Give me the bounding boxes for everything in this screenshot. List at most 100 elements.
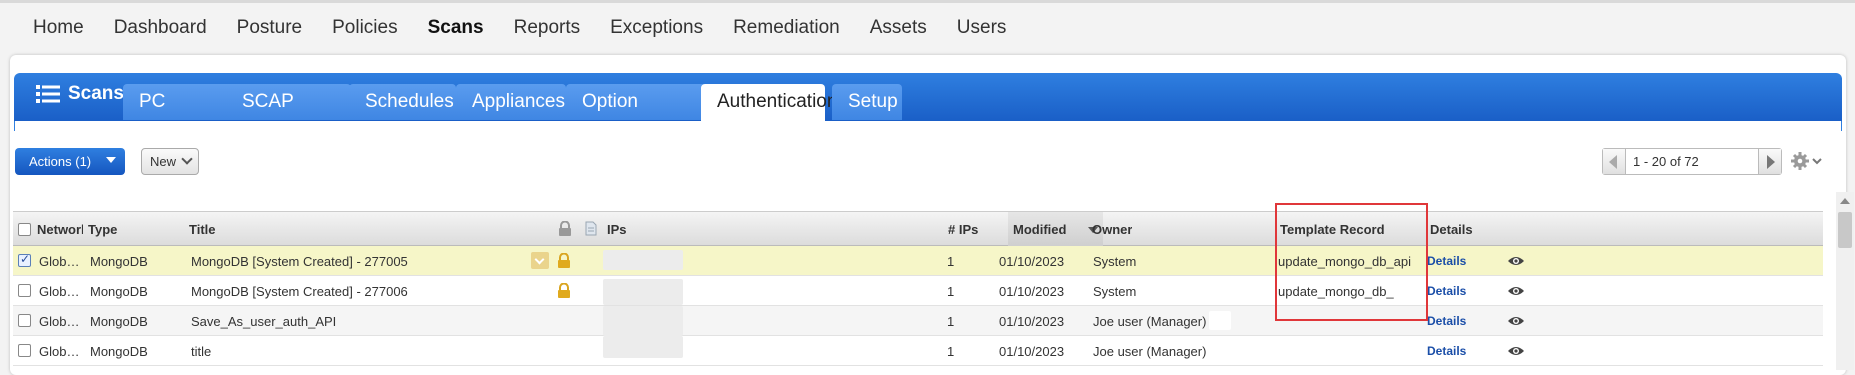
eye-icon[interactable] bbox=[1507, 315, 1525, 327]
owner-cell: Joe user (Manager) bbox=[1093, 314, 1207, 329]
table-row[interactable]: Glob… MongoDB MongoDB [System Created] -… bbox=[13, 246, 1823, 276]
row-checkbox[interactable] bbox=[18, 252, 31, 267]
nav-remediation[interactable]: Remediation bbox=[733, 17, 840, 39]
module-brand: Scans bbox=[36, 83, 124, 105]
eye-icon[interactable] bbox=[1507, 255, 1525, 267]
row-checkbox[interactable] bbox=[18, 284, 31, 297]
arrow-left-icon bbox=[1609, 155, 1617, 169]
network-cell: Glob… bbox=[39, 254, 80, 269]
vertical-scrollbar[interactable] bbox=[1836, 192, 1854, 370]
prev-page-button[interactable] bbox=[1603, 149, 1626, 174]
redacted-ips bbox=[603, 279, 683, 305]
col-details[interactable]: Details bbox=[1430, 222, 1473, 237]
scans-panel: Scans PC Scans SCAP Scans Schedules Appl… bbox=[10, 55, 1846, 375]
nav-home[interactable]: Home bbox=[33, 17, 84, 39]
row-menu-chevron-icon[interactable] bbox=[531, 252, 549, 269]
row-checkbox[interactable] bbox=[18, 314, 31, 327]
eye-icon[interactable] bbox=[1507, 285, 1525, 297]
top-nav: Home Dashboard Posture Policies Scans Re… bbox=[0, 8, 1036, 48]
details-link[interactable]: Details bbox=[1427, 254, 1466, 268]
col-type[interactable]: Type bbox=[88, 222, 117, 237]
table-row[interactable]: Glob… MongoDB title 1 01/10/2023 Joe use… bbox=[13, 336, 1823, 366]
row-checkbox[interactable] bbox=[18, 344, 31, 357]
tab-setup[interactable]: Setup bbox=[832, 84, 902, 120]
next-page-button[interactable] bbox=[1758, 149, 1781, 174]
pager-text: 1 - 20 of 72 bbox=[1633, 154, 1699, 169]
new-label: New bbox=[150, 154, 177, 169]
select-all-checkbox[interactable] bbox=[18, 223, 31, 236]
title-cell[interactable]: MongoDB [System Created] - 277005 bbox=[191, 254, 408, 269]
title-cell[interactable]: title bbox=[191, 344, 211, 359]
tab-scap-scans[interactable]: SCAP Scans bbox=[226, 84, 351, 148]
list-icon bbox=[36, 85, 60, 103]
chevron-down-icon bbox=[106, 157, 116, 163]
modified-cell: 01/10/2023 bbox=[999, 314, 1065, 329]
details-link[interactable]: Details bbox=[1427, 314, 1466, 328]
type-cell: MongoDB bbox=[90, 314, 148, 329]
nav-posture[interactable]: Posture bbox=[237, 17, 302, 39]
details-link[interactable]: Details bbox=[1427, 344, 1466, 358]
network-cell: Glob… bbox=[39, 344, 80, 359]
top-border bbox=[0, 0, 1855, 3]
lock-column-icon bbox=[559, 221, 571, 236]
gear-icon bbox=[1791, 152, 1822, 170]
nav-users[interactable]: Users bbox=[957, 17, 1007, 39]
col-ips[interactable]: IPs bbox=[607, 222, 627, 237]
lock-icon bbox=[558, 253, 570, 268]
col-title[interactable]: Title bbox=[189, 222, 216, 237]
details-link[interactable]: Details bbox=[1427, 284, 1466, 298]
modified-cell: 01/10/2023 bbox=[999, 344, 1065, 359]
lock-icon bbox=[558, 283, 570, 298]
num-ips-cell: 1 bbox=[947, 344, 955, 359]
tab-authentication[interactable]: Authentication bbox=[701, 84, 837, 122]
modified-cell: 01/10/2023 bbox=[999, 284, 1065, 299]
owner-cell: Joe user (Manager) bbox=[1093, 344, 1207, 359]
nav-assets[interactable]: Assets bbox=[870, 17, 927, 39]
tab-option-profiles[interactable]: Option Profiles bbox=[566, 84, 706, 148]
col-owner[interactable]: Owner bbox=[1092, 222, 1132, 237]
network-cell: Glob… bbox=[39, 314, 80, 329]
network-cell: Glob… bbox=[39, 284, 80, 299]
module-title: Scans bbox=[68, 83, 124, 104]
document-column-icon bbox=[585, 221, 597, 236]
chevron-down-icon bbox=[181, 153, 193, 165]
module-header: Scans PC Scans SCAP Scans Schedules Appl… bbox=[14, 73, 1842, 148]
eye-icon[interactable] bbox=[1507, 345, 1525, 357]
nav-dashboard[interactable]: Dashboard bbox=[114, 17, 207, 39]
nav-scans[interactable]: Scans bbox=[428, 17, 484, 39]
num-ips-cell: 1 bbox=[947, 284, 955, 299]
nav-policies[interactable]: Policies bbox=[332, 17, 397, 39]
title-cell[interactable]: MongoDB [System Created] - 277006 bbox=[191, 284, 408, 299]
col-modified[interactable]: Modified bbox=[1013, 222, 1066, 237]
redacted-ips bbox=[603, 306, 683, 336]
redacted-owner-detail bbox=[1209, 311, 1231, 330]
tab-appliances[interactable]: Appliances bbox=[456, 84, 566, 120]
nav-reports[interactable]: Reports bbox=[514, 17, 581, 39]
pager: 1 - 20 of 72 bbox=[1602, 148, 1782, 175]
type-cell: MongoDB bbox=[90, 254, 148, 269]
new-button[interactable]: New bbox=[141, 148, 199, 175]
num-ips-cell: 1 bbox=[947, 254, 955, 269]
table-row[interactable]: Glob… MongoDB Save_As_user_auth_API 1 01… bbox=[13, 306, 1823, 336]
num-ips-cell: 1 bbox=[947, 314, 955, 329]
column-settings-button[interactable] bbox=[1791, 151, 1823, 176]
actions-button[interactable]: Actions (1) bbox=[15, 148, 125, 175]
table-header: Network Type Title IPs # IPs Modified Ow… bbox=[13, 211, 1823, 246]
modified-cell: 01/10/2023 bbox=[999, 254, 1065, 269]
owner-cell: System bbox=[1093, 254, 1137, 269]
nav-exceptions[interactable]: Exceptions bbox=[610, 17, 703, 39]
actions-label: Actions (1) bbox=[29, 154, 92, 169]
tab-pc-scans[interactable]: PC Scans bbox=[123, 84, 233, 148]
owner-cell: System bbox=[1093, 284, 1137, 299]
col-num-ips[interactable]: # IPs bbox=[948, 222, 978, 237]
tab-schedules[interactable]: Schedules bbox=[349, 84, 456, 120]
subheader-rule bbox=[14, 121, 1842, 131]
redacted-ips bbox=[603, 336, 683, 358]
title-cell[interactable]: Save_As_user_auth_API bbox=[191, 314, 336, 329]
col-network[interactable]: Network bbox=[37, 222, 83, 237]
arrow-right-icon bbox=[1767, 155, 1775, 169]
type-cell: MongoDB bbox=[90, 344, 148, 359]
table-row[interactable]: Glob… MongoDB MongoDB [System Created] -… bbox=[13, 276, 1823, 306]
scroll-up-icon[interactable] bbox=[1840, 198, 1850, 204]
scroll-thumb[interactable] bbox=[1838, 212, 1852, 248]
